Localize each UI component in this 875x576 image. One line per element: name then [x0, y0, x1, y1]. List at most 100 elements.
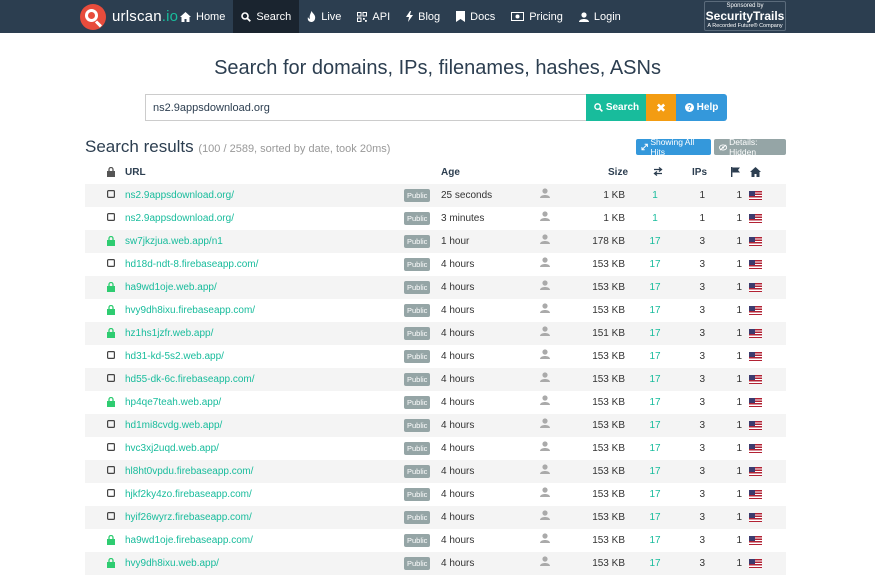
nav-live[interactable]: Live — [299, 0, 349, 33]
table-row[interactable]: hp4qe7teah.web.app/Public 4 hours 153 KB 17… — [85, 391, 786, 414]
table-row[interactable]: hz1hs1jzfr.web.app/Public 4 hours 151 KB 17… — [85, 322, 786, 345]
result-url-link[interactable]: hz1hs1jzfr.web.app/ — [125, 328, 213, 339]
nav-api[interactable]: API — [349, 0, 398, 33]
nav-search[interactable]: Search — [233, 0, 300, 33]
result-age: 4 hours — [441, 259, 475, 270]
hits-column-header[interactable] — [653, 166, 663, 179]
table-row[interactable]: hvc3xj2uqd.web.app/Public 4 hours 153 KB 17… — [85, 437, 786, 460]
result-url-link[interactable]: hd31-kd-5s2.web.app/ — [125, 351, 224, 362]
result-size: 153 KB — [592, 397, 625, 408]
visibility-badge: Public — [404, 327, 431, 340]
search-input[interactable] — [145, 94, 586, 121]
table-row[interactable]: hd1mi8cvdg.web.app/Public 4 hours 153 KB 17… — [85, 414, 786, 437]
details-hidden-toggle[interactable]: Details: Hidden — [714, 137, 786, 157]
help-button[interactable]: ? Help — [676, 94, 727, 121]
result-size: 153 KB — [592, 259, 625, 270]
brand-link[interactable]: urlscan.io — [80, 2, 178, 31]
result-ips: 3 — [699, 351, 705, 362]
result-age: 4 hours — [441, 305, 475, 316]
lock-icon — [107, 396, 115, 410]
result-url-link[interactable]: hvy9dh8ixu.web.app/ — [125, 558, 219, 569]
table-row[interactable]: ha9wd1oje.firebaseapp.com/Public 4 hours 1… — [85, 529, 786, 552]
nav-login[interactable]: Login — [571, 0, 629, 33]
result-hits: 17 — [649, 374, 661, 385]
result-url-link[interactable]: hjkf2ky4zo.firebaseapp.com/ — [125, 489, 252, 500]
user-icon — [540, 234, 550, 247]
result-url-link[interactable]: hd1mi8cvdg.web.app/ — [125, 420, 222, 431]
urlscan-logo-icon — [80, 3, 106, 30]
result-url-link[interactable]: hyif26wyrz.firebaseapp.com/ — [125, 512, 252, 523]
table-row[interactable]: hjkf2ky4zo.firebaseapp.com/Public 4 hours… — [85, 483, 786, 506]
sponsor-banner[interactable]: Sponsored by SecurityTrails A Recorded F… — [704, 1, 786, 31]
visibility-badge: Public — [404, 488, 431, 501]
result-url-link[interactable]: hvy9dh8ixu.firebaseapp.com/ — [125, 305, 255, 316]
result-flags: 1 — [736, 535, 742, 546]
result-url-link[interactable]: ha9wd1oje.web.app/ — [125, 282, 217, 293]
size-column-header[interactable]: Size — [608, 167, 628, 178]
user-icon — [540, 280, 550, 293]
result-ips: 1 — [699, 190, 705, 201]
result-url-link[interactable]: sw7jkzjua.web.app/n1 — [125, 236, 223, 247]
table-row[interactable]: ns2.9appsdownload.org/Public 25 seconds 1 … — [85, 184, 786, 207]
user-icon — [540, 372, 550, 385]
user-icon — [540, 188, 550, 201]
result-hits: 17 — [649, 420, 661, 431]
table-row[interactable]: hd55-dk-6c.firebaseapp.com/Public 4 hours… — [85, 368, 786, 391]
question-circle-icon: ? — [684, 103, 694, 112]
table-row[interactable]: hvy9dh8ixu.web.app/Public 4 hours 153 KB 17… — [85, 552, 786, 575]
nav-blog[interactable]: Blog — [398, 0, 448, 33]
age-column-header[interactable]: Age — [441, 167, 460, 178]
result-url-link[interactable]: hvc3xj2uqd.web.app/ — [125, 443, 219, 454]
table-row[interactable]: hyif26wyrz.firebaseapp.com/Public 4 hours… — [85, 506, 786, 529]
table-row[interactable]: hl8ht0vpdu.firebaseapp.com/Public 4 hours… — [85, 460, 786, 483]
country-column-header[interactable] — [750, 167, 761, 180]
search-button[interactable]: Search — [586, 94, 647, 121]
result-hits: 17 — [649, 259, 661, 270]
flags-column-header[interactable] — [731, 167, 740, 180]
visibility-badge: Public — [404, 534, 431, 547]
nav-home[interactable]: Home — [172, 0, 233, 33]
nav-pricing[interactable]: Pricing — [503, 0, 571, 33]
result-url-link[interactable]: ha9wd1oje.firebaseapp.com/ — [125, 535, 253, 546]
table-row[interactable]: hvy9dh8ixu.firebaseapp.com/Public 4 hours… — [85, 299, 786, 322]
checkbox-icon — [107, 443, 116, 454]
clear-button[interactable]: ✖ — [646, 94, 676, 121]
qrcode-icon — [357, 11, 368, 22]
result-ips: 3 — [699, 558, 705, 569]
checkbox-icon — [107, 259, 116, 270]
result-size: 153 KB — [592, 282, 625, 293]
result-age: 3 minutes — [441, 213, 485, 224]
ips-column-header[interactable]: IPs — [692, 167, 707, 178]
search-icon — [593, 103, 603, 112]
result-url-link[interactable]: hl8ht0vpdu.firebaseapp.com/ — [125, 466, 253, 477]
user-icon — [540, 211, 550, 224]
visibility-badge: Public — [404, 557, 431, 570]
user-icon — [540, 303, 550, 316]
nav-docs-label: Docs — [470, 10, 496, 23]
showing-all-hits-toggle[interactable]: Showing All Hits — [636, 137, 711, 157]
result-url-link[interactable]: ns2.9appsdownload.org/ — [125, 190, 234, 201]
table-row[interactable]: ha9wd1oje.web.app/Public 4 hours 153 KB 17 3… — [85, 276, 786, 299]
result-hits: 17 — [649, 328, 661, 339]
table-row[interactable]: hd31-kd-5s2.web.app/Public 4 hours 153 KB 1… — [85, 345, 786, 368]
url-column-header[interactable]: URL — [125, 167, 146, 178]
lock-icon — [107, 166, 115, 177]
visibility-badge: Public — [404, 350, 431, 363]
result-url-link[interactable]: hd18d-ndt-8.firebaseapp.com/ — [125, 259, 258, 270]
table-row[interactable]: ns2.9appsdownload.org/Public 3 minutes 1 K… — [85, 207, 786, 230]
top-navbar: urlscan.io Home Search Live API Blog Doc… — [0, 0, 875, 33]
visibility-badge: Public — [404, 258, 431, 271]
result-hits: 17 — [649, 489, 661, 500]
result-hits: 17 — [649, 466, 661, 477]
result-ips: 1 — [699, 213, 705, 224]
table-row[interactable]: sw7jkzjua.web.app/n1 Public 1 hour 178 KB 17… — [85, 230, 786, 253]
result-age: 4 hours — [441, 351, 475, 362]
visibility-badge: Public — [404, 281, 431, 294]
result-flags: 1 — [736, 558, 742, 569]
table-row[interactable]: hd18d-ndt-8.firebaseapp.com/Public 4 hour… — [85, 253, 786, 276]
result-url-link[interactable]: hp4qe7teah.web.app/ — [125, 397, 221, 408]
nav-docs[interactable]: Docs — [448, 0, 503, 33]
result-url-link[interactable]: ns2.9appsdownload.org/ — [125, 213, 234, 224]
result-url-link[interactable]: hd55-dk-6c.firebaseapp.com/ — [125, 374, 255, 385]
result-size: 153 KB — [592, 535, 625, 546]
